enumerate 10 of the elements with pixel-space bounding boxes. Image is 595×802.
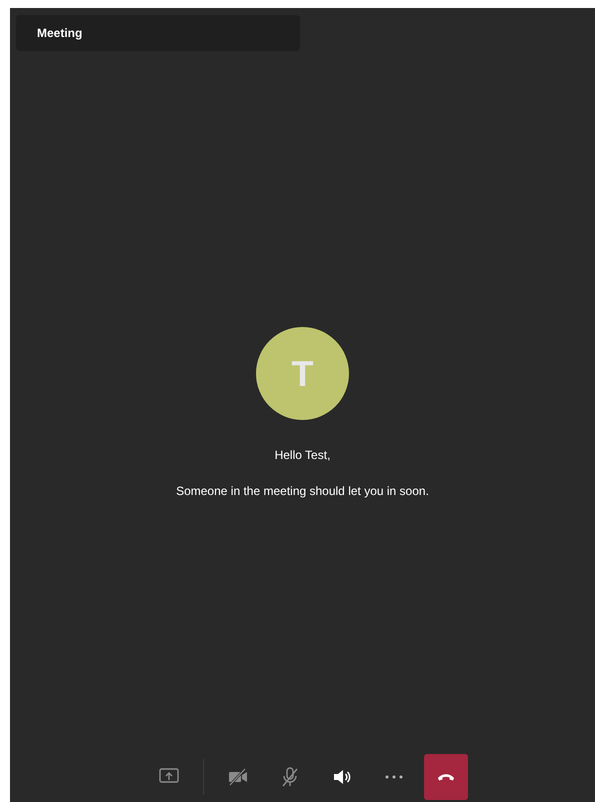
lobby-message: Someone in the meeting should let you in soon.: [176, 484, 429, 498]
mic-off-icon: [281, 767, 299, 787]
meeting-title: Meeting: [37, 26, 82, 40]
hang-up-button[interactable]: [424, 754, 468, 800]
camera-off-icon: [228, 768, 248, 786]
greeting-text: Hello Test,: [274, 448, 330, 462]
hang-up-icon: [437, 773, 455, 781]
avatar: T: [256, 327, 349, 420]
more-icon: [385, 775, 403, 779]
speaker-icon: [332, 768, 352, 786]
